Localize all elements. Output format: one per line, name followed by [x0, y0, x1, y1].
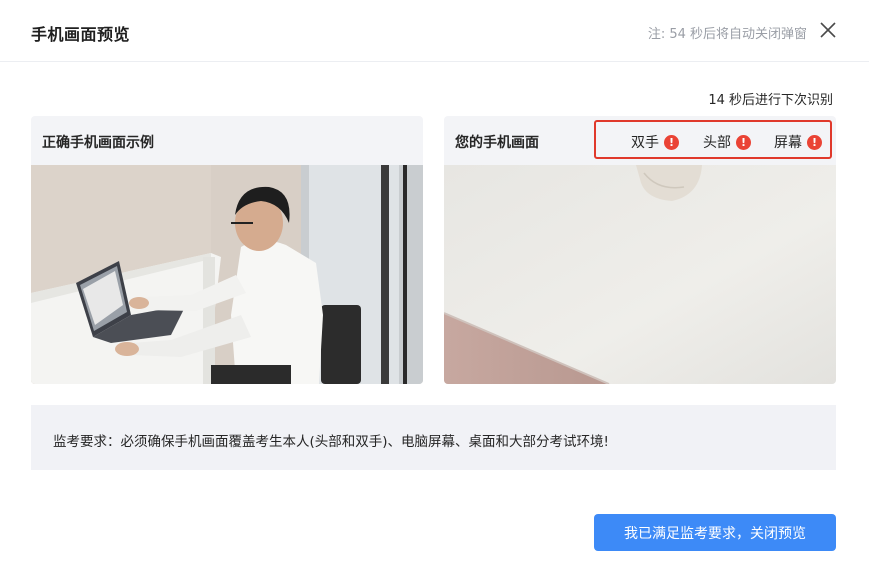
dialog-header: 手机画面预览 注: 54 秒后将自动关闭弹窗	[0, 0, 869, 62]
status-hands-label: 双手	[631, 135, 659, 151]
warning-icon: !	[664, 134, 679, 150]
user-phone-feed	[444, 165, 836, 384]
close-button[interactable]	[817, 19, 839, 41]
person-at-laptop-photo	[31, 165, 423, 384]
recognition-countdown: 14 秒后进行下次识别	[708, 93, 833, 108]
auto-close-notice: 注: 54 秒后将自动关闭弹窗	[647, 27, 807, 42]
user-panel-header: 您的手机画面 双手 ! 头部 ! 屏幕 !	[444, 116, 836, 165]
status-hands: 双手 !	[631, 132, 679, 152]
monitoring-requirement: 监考要求：必须确保手机画面覆盖考生本人(头部和双手)、电脑屏幕、桌面和大部分考试…	[31, 405, 836, 470]
status-screen: 屏幕 !	[774, 132, 822, 152]
confirm-close-preview-button[interactable]: 我已满足监考要求，关闭预览	[594, 514, 836, 551]
detection-status-box: 双手 ! 头部 ! 屏幕 !	[594, 120, 832, 159]
camera-feed-image	[444, 165, 836, 384]
phone-preview-dialog: 手机画面预览 注: 54 秒后将自动关闭弹窗 14 秒后进行下次识别 正确手机画…	[0, 0, 869, 571]
dialog-title: 手机画面预览	[31, 25, 131, 44]
example-panel-header: 正确手机画面示例	[31, 116, 423, 165]
status-head: 头部 !	[703, 132, 751, 152]
user-panel-title: 您的手机画面	[455, 135, 539, 151]
example-panel: 正确手机画面示例	[31, 116, 423, 384]
status-screen-label: 屏幕	[774, 135, 802, 151]
example-photo	[31, 165, 423, 384]
status-head-label: 头部	[703, 135, 731, 151]
requirement-text: 监考要求：必须确保手机画面覆盖考生本人(头部和双手)、电脑屏幕、桌面和大部分考试…	[53, 434, 609, 450]
warning-icon: !	[736, 134, 751, 150]
example-panel-title: 正确手机画面示例	[42, 135, 154, 151]
warning-icon: !	[807, 134, 822, 150]
user-phone-panel: 您的手机画面 双手 ! 头部 ! 屏幕 !	[444, 116, 836, 384]
close-icon	[820, 22, 836, 38]
